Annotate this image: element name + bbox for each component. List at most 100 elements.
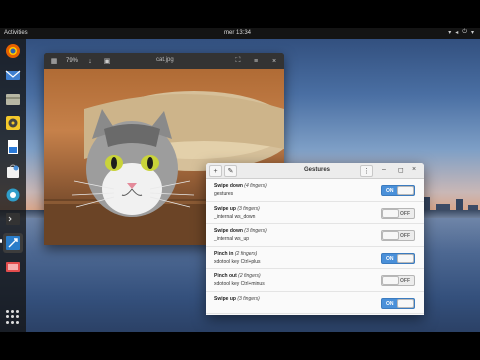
list-item[interactable]: Pinch out (2 fingers) xdotool key Ctrl+mi… [206,269,424,292]
toggle-switch[interactable]: OFF [381,230,415,241]
dock-help[interactable] [3,185,23,205]
system-tray[interactable]: ▾ ◂ ⏻ ▾ [448,29,474,36]
top-panel: Activities mer 13:34 ▾ ◂ ⏻ ▾ [0,28,480,39]
gesture-fingers: (2 fingers) [238,273,261,279]
activities-button[interactable]: Activities [4,30,28,36]
gesture-list: Swipe down (4 fingers) gestures ON Swipe up… [206,179,424,315]
letterbox-top [0,0,480,28]
gesture-name: Swipe down (3 fingers) [214,228,267,234]
gesture-command: _internal ws_down [214,213,256,220]
appcenter-icon [6,262,20,272]
rotate-icon[interactable]: ↓ [85,56,95,66]
gesture-name-label: Pinch in [214,250,234,257]
show-apps-button[interactable] [6,310,20,324]
gesture-name-label: Swipe down [214,183,243,189]
list-item[interactable]: Swipe down (4 fingers) gestures ON [206,179,424,202]
toggle-switch[interactable]: ON [381,297,415,309]
gesture-name-label: Swipe up [214,205,236,212]
switch-knob[interactable] [397,253,414,263]
close-icon[interactable]: × [269,56,279,66]
pencil-icon: ✎ [227,168,234,175]
minimize-icon[interactable]: – [382,166,386,173]
gesture-command: xdotool key Ctrl+minus [214,281,265,287]
gesture-command: xdotool key Ctrl+plus [214,258,261,265]
add-gesture-button[interactable]: + [209,165,222,177]
switch-state: ON [386,188,394,194]
switch-state: OFF [400,278,410,284]
dock-software[interactable] [3,161,23,181]
gesture-command: _internal ws_up [214,236,250,242]
firefox-icon [6,44,20,58]
gesture-name: Swipe down (4 fingers) [214,183,267,189]
switch-state: ON [386,300,394,307]
terminal-icon [6,213,20,225]
switch-knob[interactable] [397,298,414,308]
thunderbird-icon [5,70,21,80]
window-title: Gestures [304,167,331,173]
kebab-menu-icon: ⋮ [363,168,370,175]
gesture-fingers: (4 fingers) [244,183,267,189]
gesture-name: Swipe up (3 fingers) [214,296,260,302]
toggle-switch[interactable]: ON [381,185,415,196]
gestures-window: + ✎ Gestures ⋮ – ◻ × Swipe down (4 finge… [206,163,424,315]
gesture-name-label: Pinch out [214,273,237,279]
edit-gesture-button[interactable]: ✎ [224,165,237,177]
dock-firefox[interactable] [3,41,23,61]
toggle-switch[interactable]: OFF [381,275,415,286]
fullscreen-icon[interactable]: ⛶ [233,56,243,66]
gestures-icon [6,236,20,250]
gesture-name: Pinch in (2 fingers) [214,251,257,257]
dock-thunderbird[interactable] [3,65,23,85]
gesture-name: Swipe up (3 fingers) [214,206,260,212]
volume-icon: ◂ [455,30,459,36]
edit-icon[interactable]: ▣ [102,56,112,66]
list-item[interactable]: Swipe up (3 fingers) _internal ws_down OFF [206,202,424,224]
gallery-icon[interactable]: ▦ [49,56,59,66]
gesture-command: gestures [214,191,234,197]
menu-button[interactable]: ⋮ [360,165,373,177]
dock-files[interactable] [3,89,23,109]
zoom-level[interactable]: 79% [66,58,78,64]
switch-state: OFF [400,233,410,239]
window-title: cat.jpg [156,57,174,63]
chevron-down-icon: ▾ [470,30,474,36]
list-item[interactable]: Pinch in (2 fingers) xdotool key Ctrl+plu… [206,247,424,269]
switch-state: OFF [400,210,410,217]
viewer-headerbar: ▦ 79% ↓ ▣ cat.jpg ⛶ ≡ × [44,53,284,69]
dock-terminal[interactable] [3,209,23,229]
dock-appcenter[interactable] [3,257,23,277]
gesture-fingers: (2 fingers) [234,250,258,257]
letterbox-bottom [0,332,480,360]
dock-gestures[interactable] [3,233,23,253]
dock-rhythmbox[interactable] [3,113,23,133]
switch-knob[interactable] [382,276,399,285]
power-icon: ⏻ [462,29,467,35]
toggle-switch[interactable]: OFF [381,207,415,219]
list-item[interactable]: Swipe down (3 fingers) _internal ws_up OFF [206,224,424,247]
clock[interactable]: mer 13:34 [224,30,251,36]
maximize-icon[interactable]: ◻ [398,166,404,174]
dock-writer[interactable] [3,137,23,157]
dock [0,39,26,332]
switch-knob[interactable] [397,186,414,195]
running-indicator [0,239,2,243]
menu-icon[interactable]: ≡ [251,56,261,66]
gesture-name-label: Swipe down [214,228,243,234]
gesture-fingers: (3 fingers) [244,228,267,234]
gesture-fingers: (3 fingers) [237,205,260,212]
switch-knob[interactable] [382,231,399,240]
close-icon[interactable]: × [412,166,416,173]
document-icon [8,140,18,154]
rhythmbox-icon [6,116,20,130]
gestures-headerbar: + ✎ Gestures ⋮ – ◻ × [206,163,424,179]
help-icon [6,188,20,202]
files-icon [6,94,20,105]
software-icon [7,164,19,178]
switch-state: ON [386,255,394,262]
plus-icon: + [213,167,218,175]
gesture-fingers: (3 fingers) [237,295,260,302]
network-icon: ▾ [448,30,452,36]
switch-knob[interactable] [382,208,399,218]
list-item[interactable]: Swipe up (3 fingers) ON [206,292,424,314]
toggle-switch[interactable]: ON [381,252,415,264]
